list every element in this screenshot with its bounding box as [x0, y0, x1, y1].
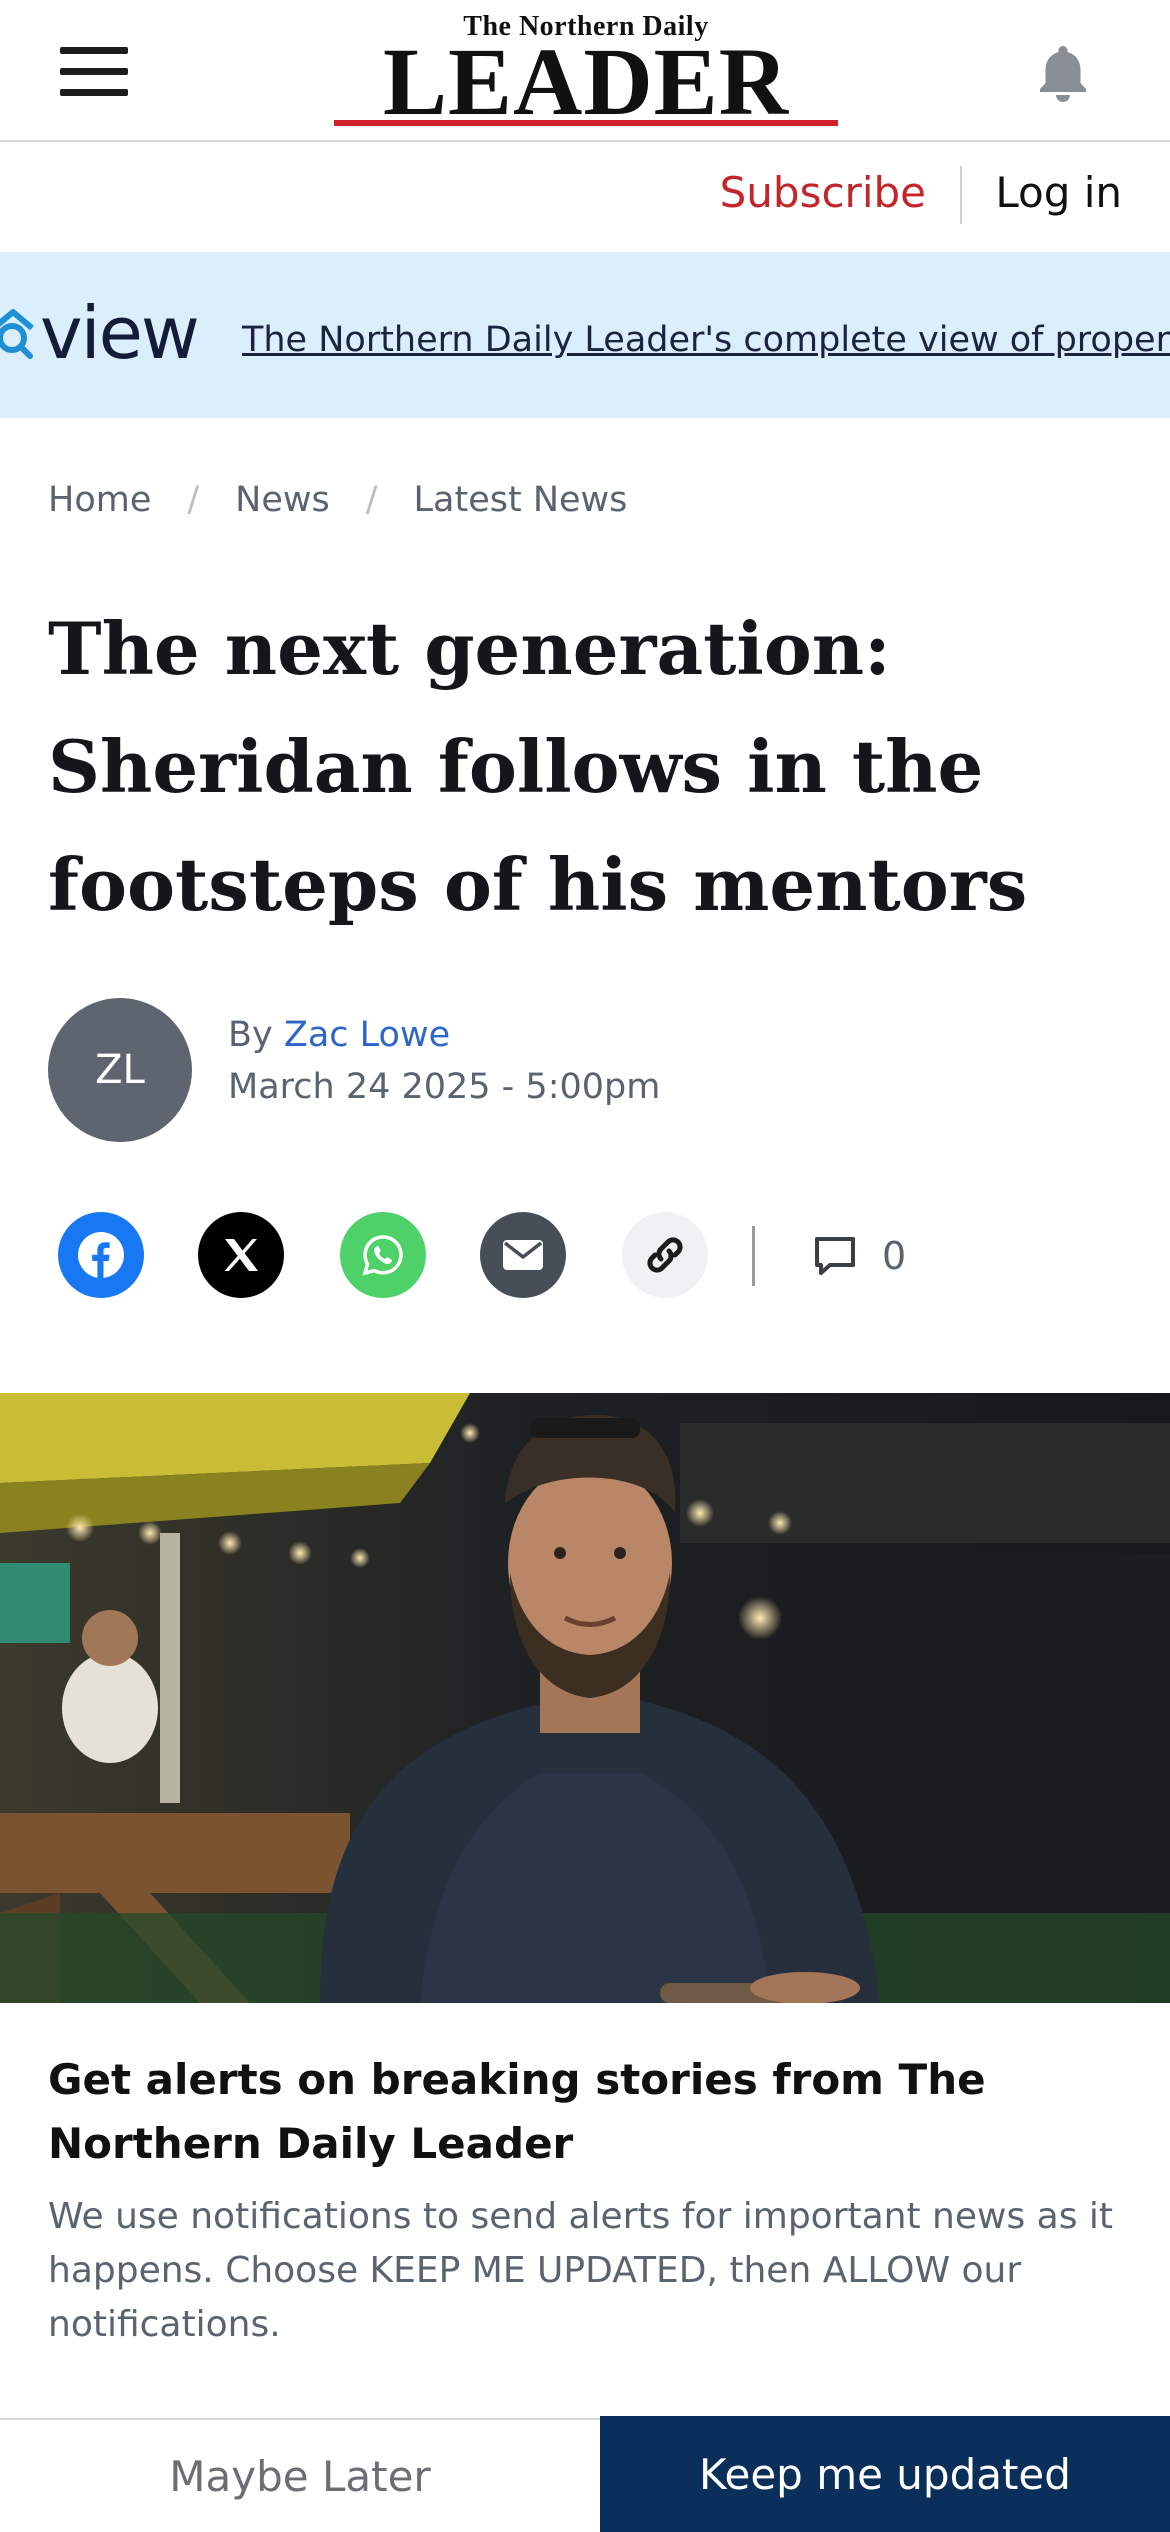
account-divider: [960, 166, 962, 224]
comments-button[interactable]: 0: [812, 1228, 906, 1284]
byline: By Zac Lowe: [228, 1010, 450, 1060]
breadcrumb: Home / News / Latest News: [48, 478, 627, 522]
view-house-search-icon: [0, 309, 34, 359]
logo-main-text: LEADER: [382, 28, 790, 135]
view-logo-text: view: [40, 291, 200, 375]
alert-prompt-actions: Maybe Later Keep me updated: [0, 2416, 1170, 2532]
share-divider: [752, 1226, 755, 1286]
byline-prefix: By: [228, 1015, 273, 1055]
facebook-share-button[interactable]: [58, 1212, 144, 1298]
facebook-icon: [78, 1232, 124, 1278]
logo-underline: [334, 120, 838, 126]
alert-prompt-title: Get alerts on breaking stories from The …: [48, 2055, 986, 2168]
breadcrumb-latest-news[interactable]: Latest News: [414, 478, 628, 522]
author-avatar[interactable]: ZL: [48, 998, 192, 1142]
breadcrumb-separator: /: [365, 480, 378, 520]
copy-link-button[interactable]: [622, 1212, 708, 1298]
login-link[interactable]: Log in: [995, 168, 1122, 218]
article-headline: The next generation: Sheridan follows in…: [48, 606, 1028, 927]
account-bar: Subscribe Log in: [0, 144, 1170, 252]
article-hero-image[interactable]: [0, 1393, 1170, 2003]
x-share-button[interactable]: [198, 1212, 284, 1298]
hamburger-menu-icon[interactable]: [58, 44, 130, 100]
email-icon: [503, 1240, 543, 1270]
comment-count: 0: [882, 1234, 907, 1278]
view-banner-link[interactable]: The Northern Daily Leader's complete vie…: [242, 320, 1170, 360]
email-share-button[interactable]: [480, 1212, 566, 1298]
view-property-banner[interactable]: view The Northern Daily Leader's complet…: [0, 252, 1170, 418]
site-logo[interactable]: The Northern Daily LEADER: [334, 12, 838, 135]
site-header: The Northern Daily LEADER: [0, 0, 1170, 142]
bell-icon[interactable]: [1032, 40, 1094, 104]
subscribe-link[interactable]: Subscribe: [720, 168, 926, 218]
alert-prompt-body: We use notifications to send alerts for …: [48, 2196, 1114, 2345]
comment-icon: [815, 1237, 855, 1275]
breadcrumb-home[interactable]: Home: [48, 478, 151, 522]
whatsapp-share-button[interactable]: [340, 1212, 426, 1298]
breadcrumb-separator: /: [187, 480, 200, 520]
view-logo: view: [0, 291, 200, 375]
author-link[interactable]: Zac Lowe: [284, 1015, 450, 1055]
link-icon: [647, 1237, 683, 1273]
publish-date: March 24 2025 - 5:00pm: [228, 1067, 661, 1107]
keep-me-updated-button[interactable]: Keep me updated: [600, 2416, 1170, 2532]
breadcrumb-news[interactable]: News: [235, 478, 330, 522]
x-icon: [224, 1239, 258, 1271]
maybe-later-button[interactable]: Maybe Later: [0, 2418, 600, 2532]
whatsapp-icon: [362, 1235, 403, 1276]
